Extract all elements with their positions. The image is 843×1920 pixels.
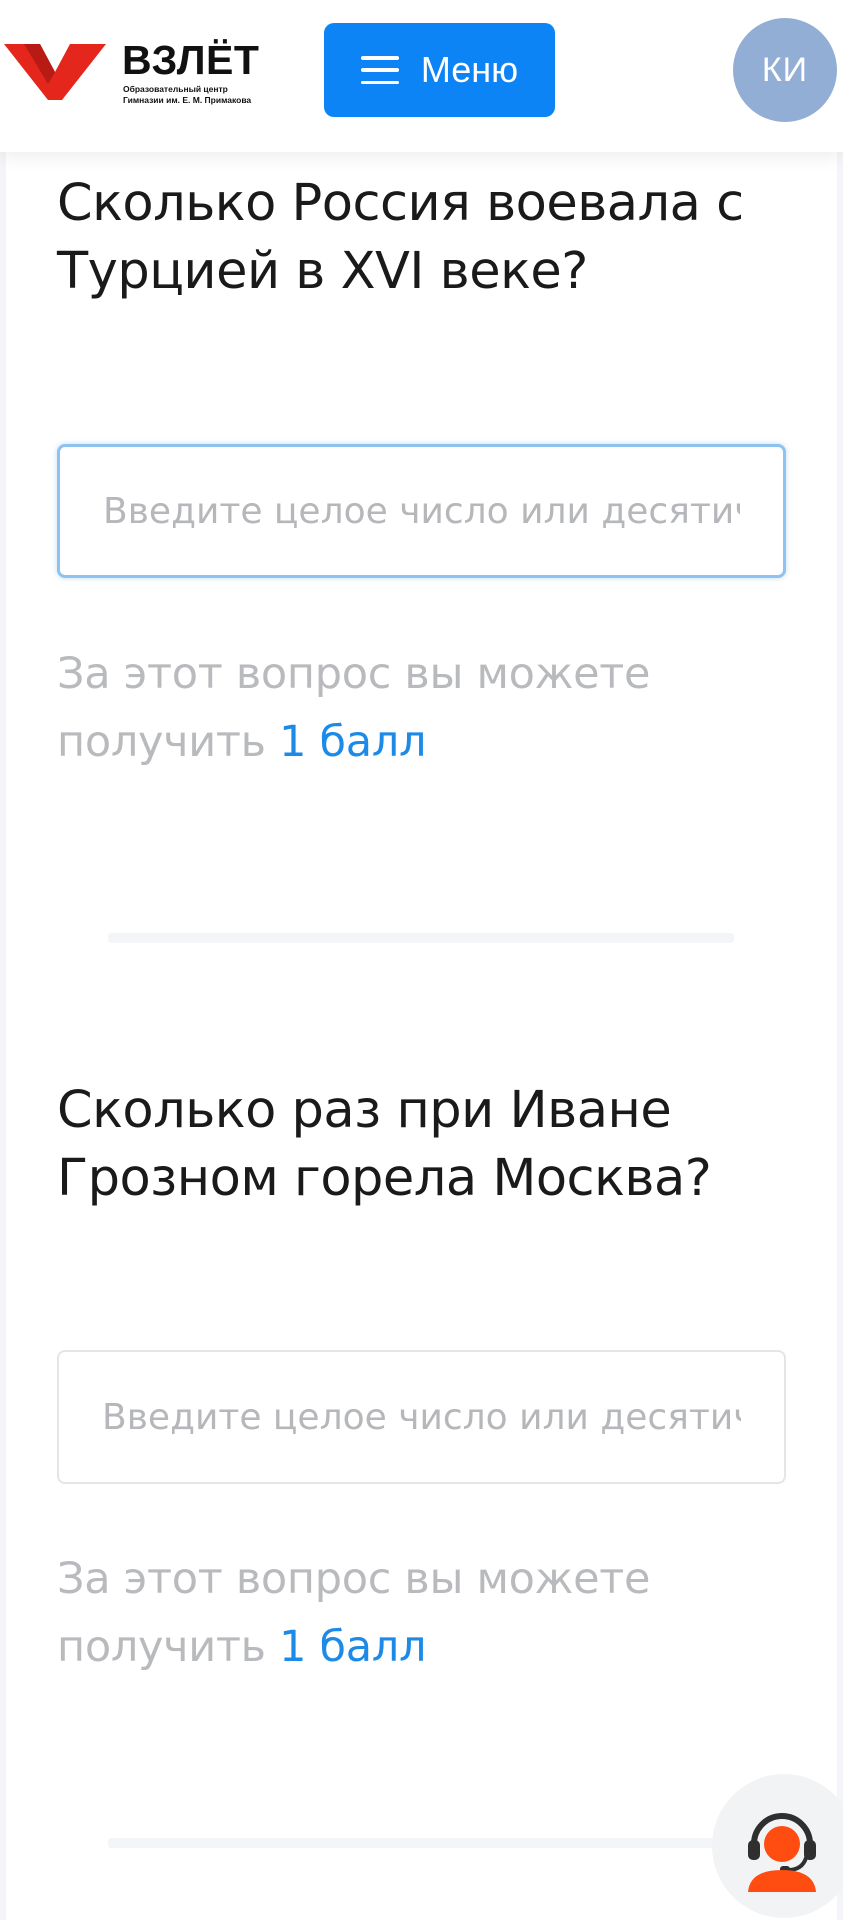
user-avatar[interactable]: КИ bbox=[733, 18, 837, 122]
question-2: Сколько раз при Иване Грозном горела Мос… bbox=[57, 1077, 797, 1213]
right-page-border bbox=[837, 152, 843, 1920]
question-1: Сколько Россия воевала с Турцией в XVI в… bbox=[57, 170, 797, 306]
question-2-answer-input[interactable] bbox=[57, 1350, 786, 1484]
vzlet-logo[interactable]: ВЗЛЁТ Образовательный центр Гимназии им.… bbox=[4, 38, 264, 108]
question-1-points-value: 1 балл bbox=[279, 717, 427, 767]
question-2-text-line1: Сколько раз при Иване bbox=[57, 1081, 672, 1140]
question-1-points-line2: получить 1 балл bbox=[57, 708, 797, 776]
logo-subtitle-line2: Гимназии им. Е. М. Примакова bbox=[123, 94, 252, 105]
question-divider-1 bbox=[108, 933, 734, 943]
question-1-text-line2: Турцией в XVI веке? bbox=[57, 242, 588, 301]
logo-check-mark-icon bbox=[4, 44, 106, 100]
support-chat-button[interactable] bbox=[712, 1774, 843, 1918]
logo-subtitle: Образовательный центр Гимназии им. Е. М.… bbox=[123, 84, 273, 105]
question-2-points-prefix: получить bbox=[57, 1622, 266, 1672]
logo-title: ВЗЛЁТ bbox=[122, 37, 260, 83]
hamburger-icon bbox=[360, 56, 399, 84]
left-page-border bbox=[0, 152, 6, 1920]
support-headset-icon bbox=[748, 1813, 816, 1892]
question-2-text-line2: Грозном горела Москва? bbox=[57, 1149, 712, 1208]
menu-button[interactable]: Меню bbox=[324, 23, 555, 117]
logo-subtitle-line1: Образовательный центр bbox=[123, 84, 228, 94]
question-1-points: За этот вопрос вы можете получить 1 балл bbox=[57, 640, 797, 776]
question-2-points-line1: За этот вопрос вы можете bbox=[57, 1554, 651, 1604]
question-2-points-value: 1 балл bbox=[279, 1622, 427, 1672]
question-1-points-prefix: получить bbox=[57, 717, 266, 767]
question-1-text-line1: Сколько Россия воевала с bbox=[57, 174, 744, 233]
question-1-points-line1: За этот вопрос вы можете bbox=[57, 649, 651, 699]
question-divider-2 bbox=[108, 1838, 734, 1848]
question-2-points: За этот вопрос вы можете получить 1 балл bbox=[57, 1545, 797, 1681]
menu-label: Меню bbox=[420, 49, 519, 90]
question-2-points-line2: получить 1 балл bbox=[57, 1613, 797, 1681]
question-1-answer-input[interactable] bbox=[57, 444, 786, 578]
top-header: ВЗЛЁТ Образовательный центр Гимназии им.… bbox=[0, 0, 843, 152]
